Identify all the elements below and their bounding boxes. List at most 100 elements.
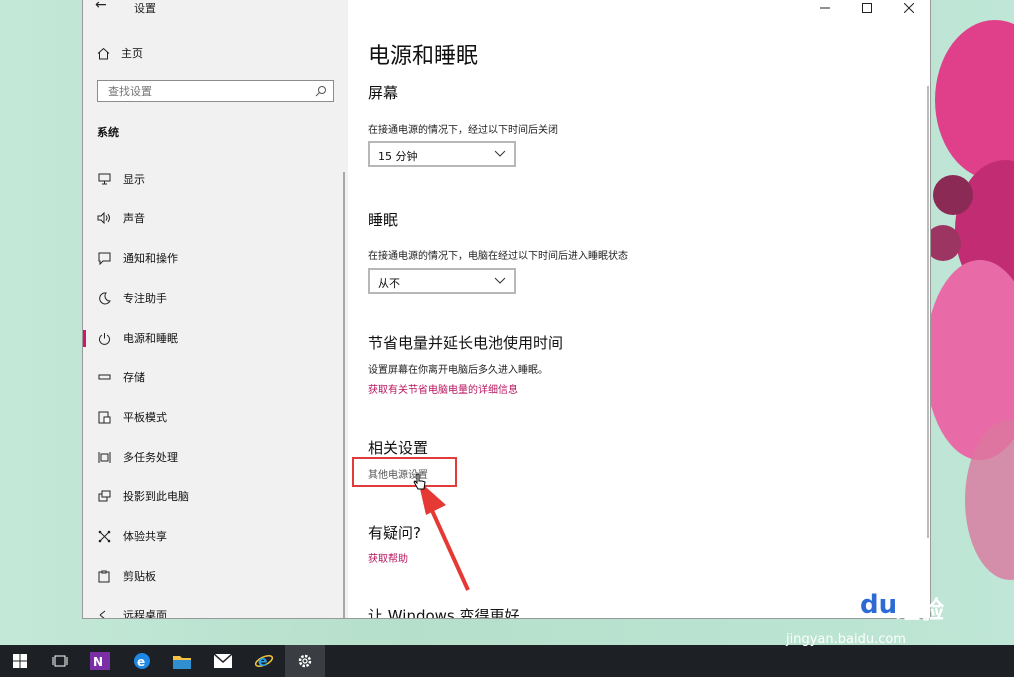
watermark-tagline: 经验	[896, 596, 944, 624]
battery-heading: 节省电量并延长电池使用时间	[368, 334, 564, 352]
window-title: 设置	[134, 2, 156, 15]
search-box[interactable]	[97, 80, 334, 102]
feedback-heading: 让 Windows 变得更好	[368, 607, 520, 618]
speaker-icon	[97, 211, 111, 225]
chevron-down-icon	[494, 277, 506, 284]
sleep-timeout-dropdown[interactable]: 从不	[368, 268, 516, 294]
active-indicator	[83, 330, 86, 347]
watermark-url: jingyan.baidu.com	[786, 632, 906, 647]
settings-window: ← 设置 主页 系统 显示 声音 通知和操作 专注助手	[83, 0, 930, 618]
sleep-heading: 睡眠	[368, 211, 399, 229]
watermark-brand-suffix: du	[860, 590, 898, 620]
settings-icon	[298, 654, 312, 668]
chevron-down-icon	[494, 150, 506, 157]
sidebar-item-display[interactable]: 显示	[83, 164, 343, 194]
file-explorer-button[interactable]	[162, 645, 202, 677]
sidebar-item-label: 远程桌面	[123, 609, 167, 618]
sidebar-item-label: 平板模式	[123, 411, 167, 424]
back-button[interactable]: ←	[95, 0, 107, 13]
help-heading: 有疑问?	[368, 524, 421, 542]
sidebar-item-remote-desktop[interactable]: 远程桌面	[83, 600, 343, 618]
onenote-button[interactable]: N	[80, 645, 120, 677]
internet-explorer-icon: e	[254, 654, 274, 670]
sidebar-item-label: 存储	[123, 371, 145, 384]
dropdown-value: 15 分钟	[378, 150, 418, 163]
close-button[interactable]	[888, 0, 930, 16]
sidebar-item-project-to-pc[interactable]: 投影到此电脑	[83, 481, 343, 511]
multitask-icon	[97, 450, 111, 464]
sidebar-item-sound[interactable]: 声音	[83, 203, 343, 233]
hand-cursor-icon	[413, 473, 426, 490]
edge-icon: e	[134, 653, 150, 669]
sidebar: ← 设置 主页 系统 显示 声音 通知和操作 专注助手	[83, 0, 348, 618]
battery-description: 设置屏幕在你离开电脑后多久进入睡眠。	[368, 365, 548, 376]
home-nav[interactable]: 主页	[97, 45, 143, 61]
battery-info-link[interactable]: 获取有关节省电脑电量的详细信息	[368, 381, 518, 396]
settings-taskbar-button[interactable]	[285, 645, 325, 677]
sidebar-item-tablet-mode[interactable]: 平板模式	[83, 402, 343, 432]
sidebar-item-label: 投影到此电脑	[123, 490, 189, 503]
notification-icon	[97, 251, 111, 265]
screen-heading: 屏幕	[368, 84, 399, 102]
screen-timeout-dropdown[interactable]: 15 分钟	[368, 141, 516, 167]
highlight-box	[352, 457, 457, 487]
edge-button[interactable]: e	[122, 645, 162, 677]
search-input[interactable]	[106, 84, 310, 99]
power-icon	[97, 331, 111, 345]
window-controls	[804, 0, 930, 16]
search-icon[interactable]	[315, 85, 327, 97]
dropdown-value: 从不	[378, 277, 400, 290]
remote-desktop-icon	[97, 608, 111, 618]
main-content: 电源和睡眠 屏幕 在接通电源的情况下，经过以下时间后关闭 15 分钟 睡眠 在接…	[348, 0, 930, 618]
sidebar-item-notifications[interactable]: 通知和操作	[83, 243, 343, 273]
flower-wallpaper-image	[925, 0, 1014, 650]
page-title: 电源和睡眠	[368, 44, 479, 69]
section-label-system: 系统	[97, 126, 119, 139]
sidebar-item-label: 电源和睡眠	[123, 332, 178, 345]
sidebar-item-power-sleep[interactable]: 电源和睡眠	[83, 323, 343, 353]
sidebar-item-clipboard[interactable]: 剪贴板	[83, 561, 343, 591]
sidebar-item-label: 声音	[123, 212, 145, 225]
sidebar-item-label: 通知和操作	[123, 252, 178, 265]
get-help-link[interactable]: 获取帮助	[368, 550, 408, 565]
sleep-description: 在接通电源的情况下，电脑在经过以下时间后进入睡眠状态	[368, 251, 628, 262]
windows-start-icon	[13, 654, 27, 668]
home-icon	[97, 47, 110, 59]
internet-explorer-button[interactable]: e	[244, 645, 284, 677]
sidebar-scrollbar[interactable]	[343, 172, 345, 618]
main-scrollbar[interactable]	[927, 86, 929, 538]
related-settings-heading: 相关设置	[368, 439, 429, 457]
svg-text:N: N	[93, 655, 103, 669]
sidebar-item-label: 体验共享	[123, 530, 167, 543]
monitor-icon	[97, 172, 111, 186]
svg-text:e: e	[258, 654, 268, 670]
sidebar-item-label: 多任务处理	[123, 451, 178, 464]
baidu-watermark: Bai du 经验 jingyan.baidu.com	[778, 560, 1004, 660]
maximize-icon	[862, 3, 872, 13]
sidebar-item-focus-assist[interactable]: 专注助手	[83, 283, 343, 313]
tablet-icon	[97, 410, 111, 424]
moon-icon	[97, 291, 111, 305]
minimize-button[interactable]	[804, 0, 846, 16]
task-view-button[interactable]	[40, 645, 80, 677]
sidebar-item-label: 专注助手	[123, 292, 167, 305]
svg-text:e: e	[137, 655, 145, 669]
start-button[interactable]	[0, 645, 40, 677]
minimize-icon	[820, 7, 830, 9]
close-icon	[904, 3, 914, 13]
watermark-brand: Bai	[778, 588, 832, 623]
sidebar-item-label: 显示	[123, 173, 145, 186]
project-icon	[97, 489, 111, 503]
task-view-icon	[52, 655, 68, 667]
sidebar-item-multitasking[interactable]: 多任务处理	[83, 442, 343, 472]
file-explorer-icon	[173, 656, 191, 669]
sidebar-item-storage[interactable]: 存储	[83, 362, 343, 392]
storage-icon	[97, 370, 111, 384]
maximize-button[interactable]	[846, 0, 888, 16]
onenote-icon: N	[90, 652, 110, 670]
share-icon	[97, 529, 111, 543]
mail-button[interactable]	[203, 645, 243, 677]
sidebar-item-shared-experiences[interactable]: 体验共享	[83, 521, 343, 551]
screen-description: 在接通电源的情况下，经过以下时间后关闭	[368, 125, 558, 136]
sidebar-item-label: 剪贴板	[123, 570, 156, 583]
